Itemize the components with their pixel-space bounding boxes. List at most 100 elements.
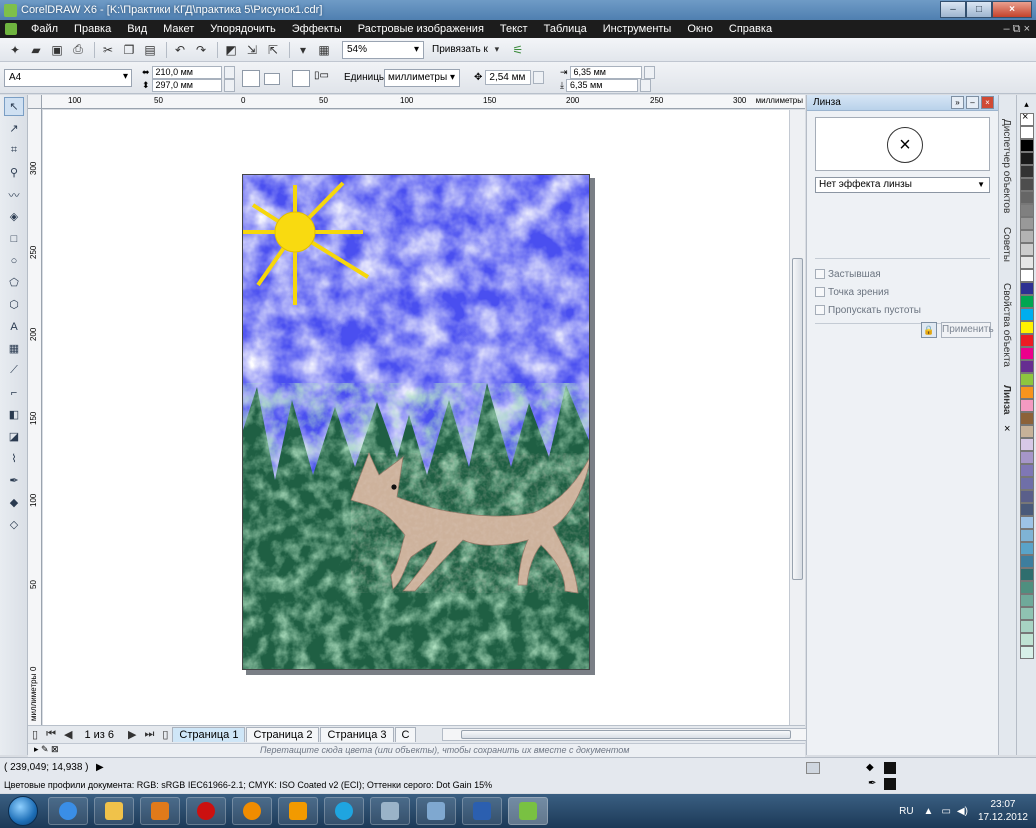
color-swatch[interactable]	[1020, 646, 1034, 659]
page-width-field[interactable]: ⬌ 210,0 мм	[142, 66, 235, 79]
paste-icon[interactable]: ▤	[141, 41, 159, 59]
pick-tool-icon[interactable]: ↖	[4, 97, 24, 116]
color-swatch[interactable]	[1020, 568, 1034, 581]
options-icon[interactable]: ⚟	[509, 41, 527, 59]
color-swatch[interactable]	[1020, 438, 1034, 451]
spinner-icon[interactable]	[533, 71, 545, 84]
zoom-tool-icon[interactable]: ⚲	[4, 163, 24, 182]
apply-button[interactable]: Применить	[941, 322, 994, 338]
portrait-orientation-button[interactable]	[242, 70, 260, 87]
color-swatch[interactable]	[1020, 594, 1034, 607]
color-swatch[interactable]	[1020, 308, 1034, 321]
color-swatch[interactable]	[1020, 399, 1034, 412]
spinner-icon[interactable]	[639, 79, 651, 92]
chevron-down-icon[interactable]: ▾	[488, 41, 506, 59]
menu-edit[interactable]: Правка	[66, 23, 119, 35]
color-swatch[interactable]	[1020, 243, 1034, 256]
taskbar-coreldraw[interactable]	[508, 797, 548, 825]
tab-page-2[interactable]: Страница 2	[246, 727, 320, 742]
menu-table[interactable]: Таблица	[536, 23, 595, 35]
spinner-icon[interactable]	[223, 66, 235, 79]
taskbar-skype[interactable]	[324, 797, 364, 825]
export-icon[interactable]: ⇱	[264, 41, 282, 59]
tab-page-3[interactable]: Страница 3	[320, 727, 394, 742]
viewpoint-checkbox[interactable]: Точка зрения	[815, 283, 998, 301]
color-swatch[interactable]	[1020, 490, 1034, 503]
taskbar-ie[interactable]	[48, 797, 88, 825]
transparency-tool-icon[interactable]: ◪	[4, 427, 24, 446]
drawing-canvas[interactable]	[43, 110, 789, 725]
ellipse-tool-icon[interactable]: ○	[4, 251, 24, 270]
snap-to-button[interactable]: Привязать к	[432, 44, 488, 55]
minimize-docker-icon[interactable]: –	[966, 96, 979, 109]
menu-help[interactable]: Справка	[721, 23, 780, 35]
search-content-icon[interactable]: ◩	[222, 41, 240, 59]
color-swatch[interactable]	[1020, 386, 1034, 399]
color-swatch[interactable]	[1020, 230, 1034, 243]
menu-window[interactable]: Окно	[679, 23, 721, 35]
color-swatch[interactable]	[1020, 373, 1034, 386]
add-page-icon[interactable]: ▯	[32, 728, 38, 741]
expand-icon[interactable]: ▶	[96, 762, 104, 773]
ruler-origin[interactable]	[28, 95, 42, 109]
tab-lens[interactable]: Линза	[1001, 385, 1012, 415]
duplicate-y-field[interactable]: ⤓ 6,35 мм	[560, 79, 651, 92]
tab-object-manager[interactable]: Диспетчер объектов	[1001, 119, 1012, 213]
start-button[interactable]	[8, 796, 38, 826]
fill-tool-icon[interactable]: ◆	[4, 493, 24, 512]
page-height-field[interactable]: ⬍ 297,0 мм	[142, 79, 235, 92]
basic-shapes-icon[interactable]: ⬡	[4, 295, 24, 314]
redo-icon[interactable]: ↷	[192, 41, 210, 59]
document-page[interactable]	[242, 174, 590, 670]
outline-pen-icon[interactable]: ✒	[4, 471, 24, 490]
fill-color-swatch[interactable]	[884, 762, 896, 774]
rectangle-tool-icon[interactable]: □	[4, 229, 24, 248]
copy-icon[interactable]: ❐	[120, 41, 138, 59]
color-swatch[interactable]	[1020, 360, 1034, 373]
all-pages-button[interactable]	[292, 70, 310, 87]
menu-tools[interactable]: Инструменты	[595, 23, 680, 35]
outline-color-swatch[interactable]	[884, 778, 896, 790]
color-swatch[interactable]	[1020, 451, 1034, 464]
shape-tool-icon[interactable]: ↗	[4, 119, 24, 138]
menu-effects[interactable]: Эффекты	[284, 23, 350, 35]
import-icon[interactable]: ⇲	[243, 41, 261, 59]
full-screen-icon[interactable]: ▦	[315, 41, 333, 59]
color-swatch[interactable]	[1020, 581, 1034, 594]
color-swatch[interactable]	[1020, 126, 1034, 139]
taskbar-explorer[interactable]	[94, 797, 134, 825]
close-docker-icon[interactable]: ×	[981, 96, 994, 109]
maximize-button[interactable]: □	[966, 1, 992, 18]
tab-hints[interactable]: Советы	[1001, 227, 1012, 262]
print-icon[interactable]: ⎙	[69, 41, 87, 59]
vertical-ruler[interactable]: 300 250 200 150 100 50 0 миллиметры	[28, 109, 42, 725]
zoom-level-select[interactable]: 54% ▾	[342, 40, 424, 59]
eyedropper-tool-icon[interactable]: ⌇	[4, 449, 24, 468]
palette-options-icon[interactable]: ▸ ✎ ⊠	[34, 744, 59, 755]
color-swatch[interactable]	[1020, 256, 1034, 269]
tab-page-4[interactable]: С	[394, 727, 417, 742]
color-swatch[interactable]	[1020, 178, 1034, 191]
tab-page-1[interactable]: Страница 1	[172, 727, 246, 742]
language-indicator[interactable]: RU	[899, 806, 913, 817]
new-document-icon[interactable]: ✦	[6, 41, 24, 59]
taskbar-word[interactable]	[462, 797, 502, 825]
menu-view[interactable]: Вид	[119, 23, 155, 35]
horizontal-scrollbar[interactable]	[442, 728, 812, 741]
color-swatch[interactable]	[1020, 191, 1034, 204]
color-swatch[interactable]	[1020, 321, 1034, 334]
spinner-icon[interactable]	[643, 66, 655, 79]
spinner-icon[interactable]	[223, 79, 235, 92]
current-page-icon[interactable]: ▯▭	[314, 70, 332, 87]
color-swatch[interactable]	[1020, 425, 1034, 438]
horizontal-scroll-thumb[interactable]	[461, 730, 791, 739]
previous-page-icon[interactable]: ◀	[64, 728, 72, 741]
crop-tool-icon[interactable]: ⌗	[4, 141, 24, 160]
cut-icon[interactable]: ✂	[99, 41, 117, 59]
color-swatch[interactable]	[1020, 282, 1034, 295]
volume-icon[interactable]: ◀)	[957, 806, 968, 817]
taskbar-photo[interactable]	[370, 797, 410, 825]
color-swatch[interactable]	[1020, 217, 1034, 230]
menu-arrange[interactable]: Упорядочить	[202, 23, 283, 35]
color-swatch[interactable]	[1020, 503, 1034, 516]
